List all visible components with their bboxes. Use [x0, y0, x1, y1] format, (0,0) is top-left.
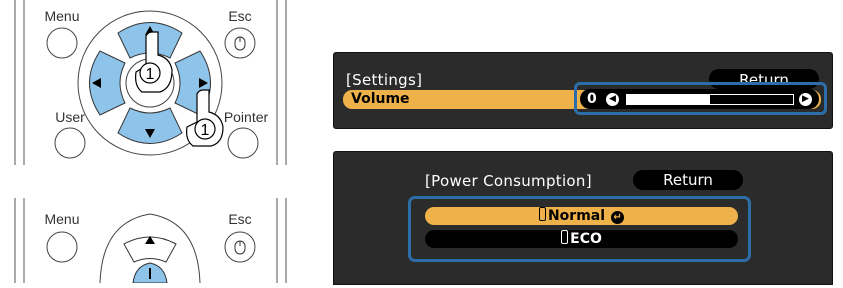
option-label: ECO [570, 231, 602, 247]
volume-slider[interactable]: 0 ◀ ▶ [580, 89, 819, 109]
step-number-up: 1 [146, 66, 155, 83]
menu-button-label: Menu [44, 211, 79, 227]
settings-title: [Settings] [346, 71, 423, 89]
enter-icon: ↵ [611, 211, 625, 224]
increase-arrow-icon[interactable]: ▶ [799, 93, 812, 106]
power-options-highlight [408, 196, 751, 262]
volume-bar [626, 94, 794, 105]
step-number-right: 1 [201, 122, 210, 139]
volume-bar-fill [627, 95, 710, 104]
selection-marker-icon [538, 207, 546, 221]
remote-control-illustration: Menu Esc User Pointer 1 1 Menu Esc [0, 0, 300, 284]
option-normal[interactable]: Normal ↵ [425, 207, 738, 225]
user-button-label: User [55, 109, 85, 125]
option-label: Normal [547, 208, 606, 224]
esc-button-label: Esc [228, 211, 251, 227]
pointer-button-label: Pointer [224, 109, 269, 125]
user-button[interactable] [54, 127, 86, 159]
menu-button[interactable] [46, 231, 78, 263]
return-button[interactable]: Return [633, 170, 743, 190]
option-eco[interactable]: ECO [425, 230, 738, 248]
pointer-button[interactable] [227, 127, 259, 159]
power-consumption-title: [Power Consumption] [425, 172, 592, 190]
menu-button-label: Menu [44, 8, 79, 24]
esc-button[interactable] [224, 231, 256, 263]
dpad-down-button[interactable] [117, 107, 183, 144]
esc-button[interactable] [224, 27, 256, 59]
esc-button-label: Esc [228, 8, 251, 24]
volume-value: 0 [587, 91, 597, 107]
menu-button[interactable] [46, 27, 78, 59]
volume-label: Volume [351, 91, 410, 107]
selection-marker-icon [561, 230, 569, 244]
decrease-arrow-icon[interactable]: ◀ [606, 93, 619, 106]
